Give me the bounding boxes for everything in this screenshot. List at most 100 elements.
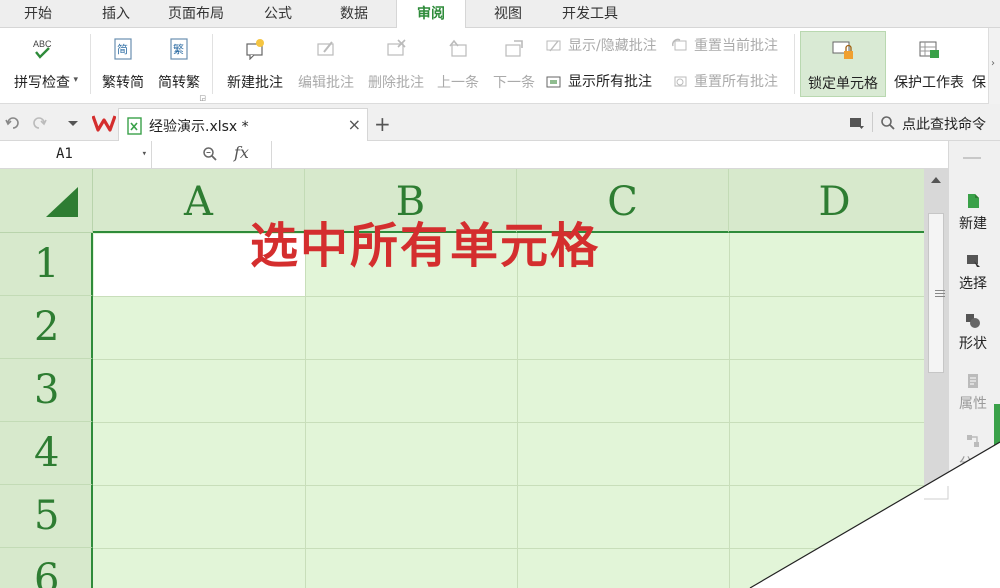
gridline: [93, 548, 924, 549]
tab-page-layout[interactable]: 页面布局: [160, 0, 232, 28]
select-all-corner[interactable]: [0, 169, 93, 233]
row-header-2[interactable]: 2: [0, 296, 93, 359]
delete-comment-icon: [385, 38, 407, 60]
spell-check-icon-text: ABC: [33, 39, 52, 49]
reset-all-comments-icon: [672, 74, 688, 90]
side-properties-button[interactable]: 属性: [949, 373, 997, 413]
grip-line: [935, 293, 945, 294]
formula-bar: A1 ▾ fx: [0, 141, 948, 169]
side-shape-button[interactable]: 形状: [949, 313, 997, 353]
row-header-6[interactable]: 6: [0, 548, 93, 588]
tab-home[interactable]: 开始: [10, 0, 66, 28]
side-new-button[interactable]: 新建: [949, 193, 997, 233]
next-comment-label: 下一条: [493, 75, 535, 91]
reset-all-comments-button[interactable]: 重置所有批注: [672, 71, 778, 93]
close-tab-icon[interactable]: ×: [348, 115, 361, 134]
customize-toolbar-icon[interactable]: [64, 114, 82, 132]
edit-comment-icon: [315, 38, 337, 60]
gridline: [93, 359, 924, 360]
side-analysis-label: 分析: [959, 456, 987, 472]
grip-line: [935, 290, 945, 291]
new-file-icon: [968, 194, 979, 208]
instruction-overlay-text: 选中所有单元格: [250, 218, 601, 274]
row-header-3[interactable]: 3: [0, 359, 93, 422]
insert-function-icon[interactable]: fx: [234, 143, 249, 162]
shape-icon: [966, 314, 980, 328]
spell-check-icon: ABC: [31, 38, 53, 60]
side-new-label: 新建: [959, 216, 987, 232]
undo-icon[interactable]: [4, 114, 22, 132]
side-panel-toggle[interactable]: [994, 404, 1000, 464]
tab-formulas[interactable]: 公式: [250, 0, 306, 28]
reset-current-comment-button[interactable]: 重置当前批注: [672, 35, 778, 57]
tab-insert[interactable]: 插入: [88, 0, 144, 28]
spell-check-button[interactable]: ABC 拼写检查 ▾: [2, 28, 82, 100]
new-comment-label: 新建批注: [227, 75, 283, 91]
side-properties-label: 属性: [959, 396, 987, 412]
show-all-comments-button[interactable]: 显示所有批注: [546, 71, 652, 93]
redo-icon[interactable]: [30, 114, 48, 132]
side-select-button[interactable]: 选择: [949, 253, 997, 293]
zoom-lookup-icon[interactable]: [202, 146, 218, 166]
tab-developer[interactable]: 开发工具: [552, 0, 628, 28]
traditional-to-simplified-button[interactable]: 简 繁转简: [96, 28, 150, 100]
ribbon-divider: [212, 34, 213, 94]
traditional-to-simplified-label: 繁转简: [102, 75, 144, 91]
wps-logo-icon[interactable]: [91, 112, 117, 134]
formula-input[interactable]: [273, 141, 948, 168]
spreadsheet-file-icon: [127, 117, 143, 135]
previous-comment-label: 上一条: [437, 75, 479, 91]
show-hide-comment-label: 显示/隐藏批注: [568, 38, 657, 54]
ribbon-divider: [794, 34, 795, 94]
edit-comment-label: 编辑批注: [298, 75, 354, 91]
chevron-down-icon: ▾: [73, 75, 78, 85]
vertical-scrollbar[interactable]: [924, 169, 948, 499]
panel-grip[interactable]: [963, 157, 981, 159]
spell-check-label: 拼写检查: [14, 75, 70, 91]
simp-trad-icon-text: 繁: [173, 42, 184, 56]
name-box[interactable]: A1 ▾: [0, 141, 152, 168]
properties-icon: [968, 374, 978, 388]
tab-data[interactable]: 数据: [326, 0, 382, 28]
scrollbar-thumb[interactable]: [928, 213, 945, 373]
next-comment-button[interactable]: 下一条: [488, 28, 540, 100]
gridline: [517, 233, 518, 588]
lock-cell-icon: [832, 39, 854, 61]
formula-tools: fx: [152, 141, 272, 168]
row-header-4[interactable]: 4: [0, 422, 93, 485]
new-tab-icon[interactable]: +: [374, 112, 391, 136]
row-header-1[interactable]: 1: [0, 233, 93, 296]
ribbon-scroll-right[interactable]: ›: [988, 28, 1000, 104]
edit-comment-button[interactable]: 编辑批注: [292, 28, 360, 100]
ribbon-divider: [90, 34, 91, 94]
scroll-up-arrow-icon[interactable]: [931, 177, 941, 183]
row-header-5[interactable]: 5: [0, 485, 93, 548]
dialog-launcher-icon[interactable]: ◲: [199, 94, 206, 102]
ribbon: ABC 拼写检查 ▾ 简 繁转简 繁 简转繁 ◲ 新建批注 编辑批注 删除批注 …: [0, 28, 1000, 104]
delete-comment-button[interactable]: 删除批注: [362, 28, 430, 100]
document-tab[interactable]: 经验演示.xlsx * ×: [118, 108, 368, 141]
gridline: [729, 233, 730, 588]
gridline: [93, 422, 924, 423]
chevron-down-icon[interactable]: ▾: [142, 141, 147, 168]
show-hide-comment-button[interactable]: 显示/隐藏批注: [546, 35, 657, 57]
reset-current-comment-icon: [672, 38, 688, 54]
select-all-triangle-icon: [46, 187, 78, 217]
name-box-value: A1: [56, 146, 73, 162]
skin-settings-icon[interactable]: [848, 114, 866, 132]
simplified-to-traditional-label: 简转繁: [158, 75, 200, 91]
side-analysis-button[interactable]: 分析: [949, 433, 997, 473]
simplified-to-traditional-button[interactable]: 繁 简转繁 ◲: [152, 28, 206, 102]
lock-cell-button[interactable]: 锁定单元格: [800, 31, 886, 97]
find-command-search[interactable]: 点此查找命令: [880, 114, 986, 134]
column-header-d[interactable]: D: [729, 169, 924, 233]
document-tab-name: 经验演示.xlsx *: [149, 119, 249, 135]
tab-review[interactable]: 审阅: [396, 0, 466, 29]
protect-sheet-button[interactable]: 保护工作表: [888, 28, 970, 100]
find-command-label: 点此查找命令: [902, 117, 986, 133]
side-select-label: 选择: [959, 276, 987, 292]
new-comment-button[interactable]: 新建批注: [220, 28, 290, 100]
previous-comment-button[interactable]: 上一条: [432, 28, 484, 100]
tab-view[interactable]: 视图: [480, 0, 536, 28]
chevron-right-icon: ›: [991, 58, 995, 69]
